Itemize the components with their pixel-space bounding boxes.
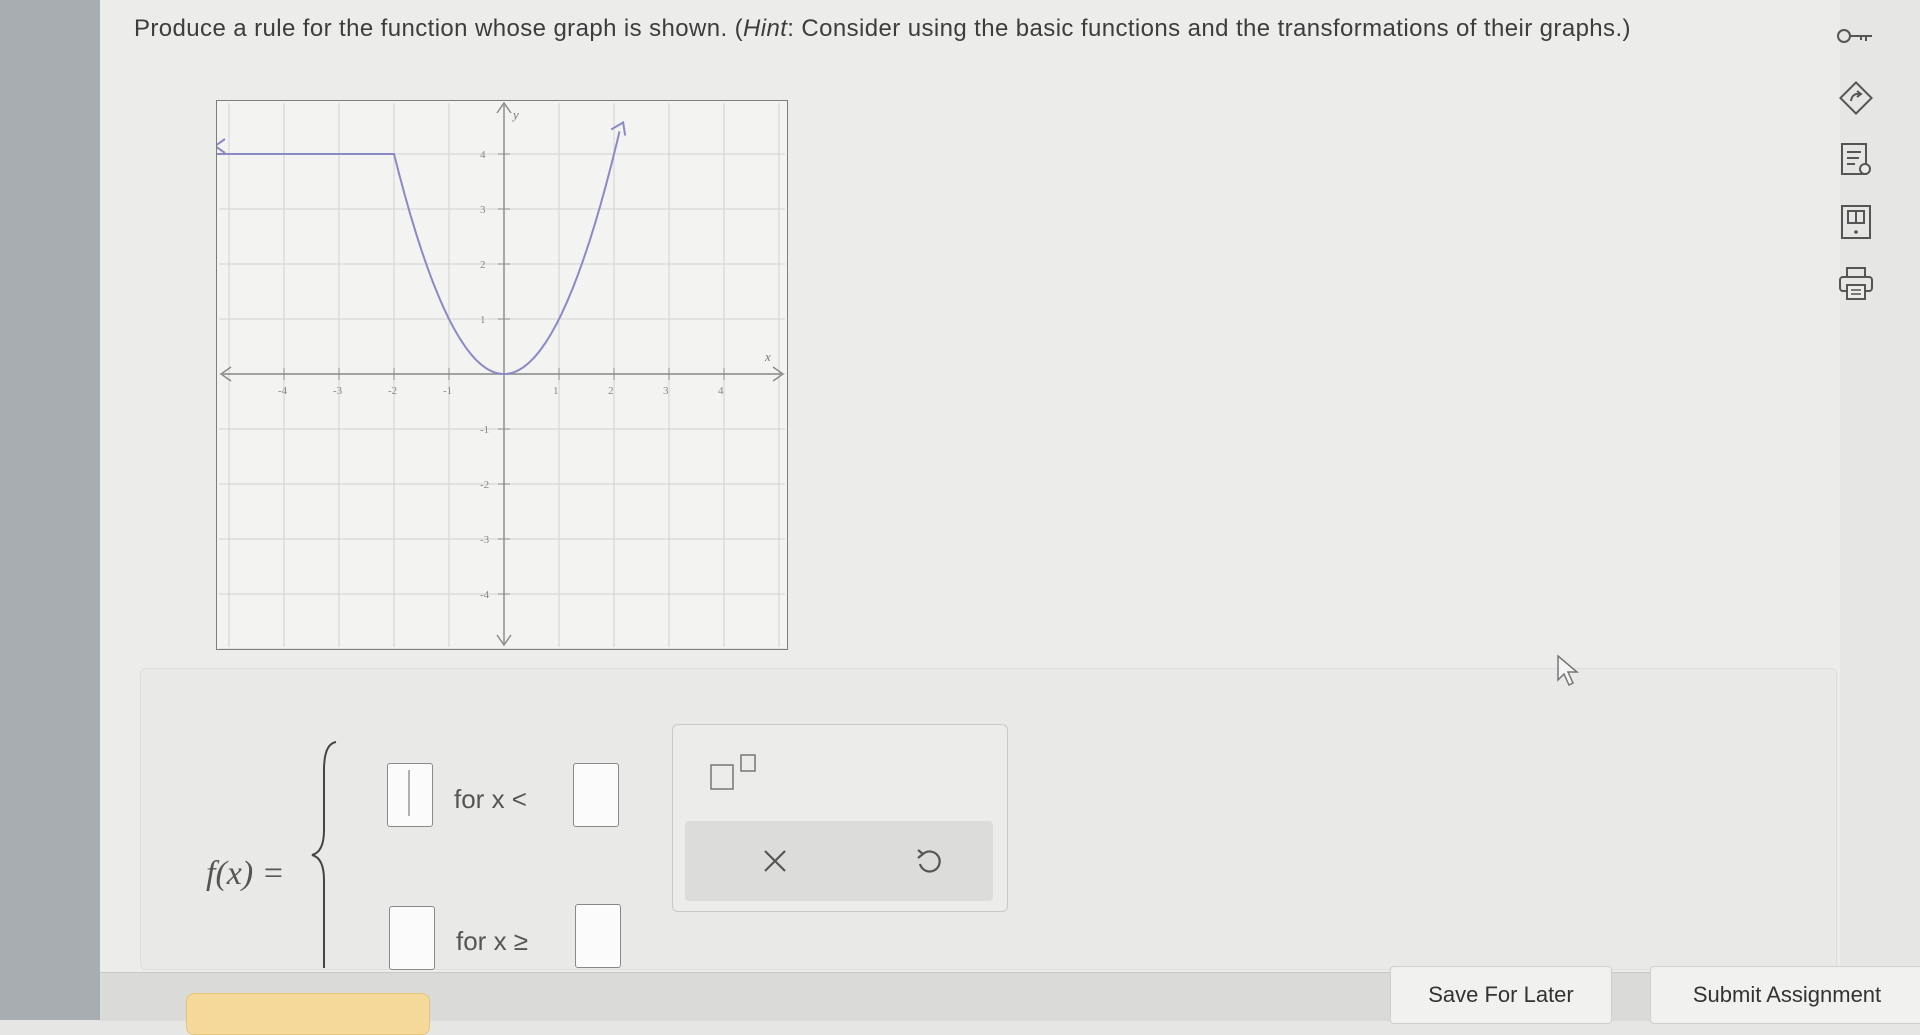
clear-icon[interactable] — [749, 835, 801, 887]
piecewise-brace — [311, 741, 337, 968]
text-caret — [408, 770, 410, 816]
y-tick-label: 3 — [480, 204, 486, 216]
print-icon[interactable] — [1832, 258, 1880, 310]
y-tick-label: -2 — [480, 479, 489, 491]
check-answer-button[interactable] — [186, 993, 430, 1035]
x-tick-label: -1 — [443, 385, 452, 397]
notes-icon[interactable] — [1832, 134, 1880, 186]
x-tick-label: 3 — [663, 385, 669, 397]
graph-canvas: -4 -3 -2 -1 1 2 3 4 4 3 2 1 -1 -2 -3 -4 x y — [217, 101, 785, 649]
x-axis-label: x — [764, 349, 771, 364]
y-axis-label: y — [511, 107, 519, 122]
row1-expression-input[interactable] — [387, 763, 433, 827]
function-graph: -4 -3 -2 -1 1 2 3 4 4 3 2 1 -1 -2 -3 -4 x y — [216, 100, 788, 650]
curve-left-arrow — [217, 138, 226, 154]
axis-ticks: -4 -3 -2 -1 1 2 3 4 4 3 2 1 -1 -2 -3 -4 — [278, 149, 725, 601]
x-tick-label: -2 — [388, 385, 397, 397]
row2-bound-input[interactable] — [575, 904, 621, 968]
exponent-icon[interactable] — [709, 753, 759, 793]
undo-icon[interactable] — [903, 835, 955, 887]
row2-condition: for x ≥ — [456, 926, 529, 956]
question-text: Produce a rule for the function whose gr… — [134, 14, 1774, 44]
hint-label: Hint — [743, 15, 788, 42]
question-text-part2: : Consider using the basic functions and… — [787, 15, 1631, 42]
left-margin — [0, 0, 100, 1020]
redo-icon[interactable] — [1832, 72, 1880, 124]
y-tick-label: -4 — [480, 589, 490, 601]
mouse-pointer-icon — [1557, 654, 1580, 687]
tools-sidebar — [1820, 10, 1892, 340]
graph-grid — [219, 103, 785, 649]
y-tick-label: -3 — [480, 534, 490, 546]
key-icon[interactable] — [1832, 10, 1880, 62]
function-label: f(x) = — [206, 855, 285, 892]
book-icon[interactable] — [1832, 196, 1880, 248]
submit-assignment-button[interactable]: Submit Assignment — [1650, 966, 1920, 1024]
x-tick-label: -3 — [333, 385, 343, 397]
x-tick-label: -4 — [278, 385, 288, 397]
save-for-later-button[interactable]: Save For Later — [1390, 966, 1612, 1024]
y-tick-label: -1 — [480, 424, 489, 436]
math-palette — [672, 724, 1008, 912]
row1-condition: for x < — [454, 784, 527, 814]
y-tick-label: 2 — [480, 259, 486, 271]
y-tick-label: 1 — [480, 314, 486, 326]
x-tick-label: 2 — [608, 385, 614, 397]
row2-expression-input[interactable] — [389, 906, 435, 970]
x-tick-label: 1 — [553, 385, 559, 397]
row1-bound-input[interactable] — [573, 763, 619, 827]
palette-actions — [685, 821, 993, 901]
y-tick-label: 4 — [480, 149, 486, 161]
x-tick-label: 4 — [718, 385, 724, 397]
question-text-part1: Produce a rule for the function whose gr… — [134, 15, 743, 42]
